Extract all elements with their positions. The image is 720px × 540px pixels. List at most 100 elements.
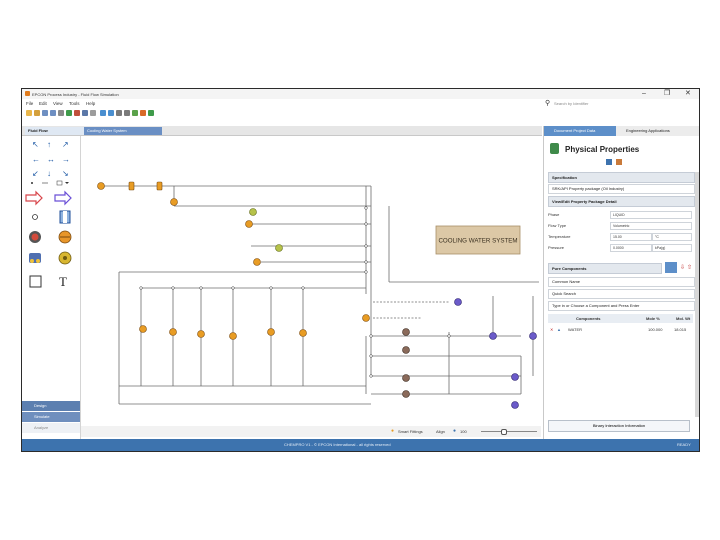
panel-scrollbar[interactable] <box>695 172 699 417</box>
refresh-icon[interactable] <box>148 110 154 116</box>
temperature-input[interactable]: 15.00 <box>610 233 652 241</box>
save-as-icon[interactable] <box>50 110 56 116</box>
zoom-icon[interactable] <box>100 110 106 116</box>
move-up-icon[interactable]: ⇧ <box>687 264 692 271</box>
vessel-t1[interactable] <box>454 298 462 306</box>
flow-arrow-red-icon[interactable] <box>25 190 43 206</box>
simulate-button[interactable]: Simulate <box>22 412 80 422</box>
property-package-select[interactable]: SRK/API Property package (Oil Industry) <box>548 184 695 194</box>
vessel-t4[interactable] <box>511 373 519 381</box>
rectangle-tool-icon[interactable] <box>29 275 42 288</box>
save-icon[interactable] <box>42 110 48 116</box>
exchanger-e2[interactable] <box>402 346 410 354</box>
pump-p13[interactable] <box>253 258 261 266</box>
pipe-nw-icon[interactable]: ↖ <box>32 141 39 149</box>
move-down-icon[interactable]: ⇩ <box>680 264 685 271</box>
pump-orange-icon[interactable] <box>58 230 72 244</box>
pump-p12[interactable] <box>245 220 253 228</box>
minimize-button[interactable]: – <box>642 90 646 98</box>
close-button[interactable]: ✕ <box>685 90 691 98</box>
pipe-w-icon[interactable]: ← <box>32 156 40 164</box>
copy-properties-icon[interactable] <box>616 159 622 165</box>
flow-arrow-blue-icon[interactable] <box>54 190 72 206</box>
run-icon[interactable] <box>132 110 138 116</box>
open-icon[interactable] <box>34 110 40 116</box>
vessel-t2[interactable] <box>489 332 497 340</box>
pump-p3[interactable] <box>156 181 163 191</box>
exchanger-e4[interactable] <box>402 390 410 398</box>
snap-toggle[interactable]: Smart Fittings <box>398 429 423 434</box>
menu-tools[interactable]: Tools <box>69 101 80 106</box>
add-component-icon[interactable] <box>665 262 677 273</box>
pump-p1[interactable] <box>97 182 105 190</box>
new-icon[interactable] <box>26 110 32 116</box>
pipe-n-icon[interactable]: ↑ <box>47 141 51 149</box>
paste-icon[interactable] <box>90 110 96 116</box>
pump-dark-icon[interactable] <box>29 231 41 243</box>
cooling-water-label-box[interactable]: COOLING WATER SYSTEM <box>435 225 521 255</box>
zoom-slider-thumb[interactable] <box>501 429 507 435</box>
print-icon[interactable] <box>58 110 64 116</box>
menu-file[interactable]: File <box>26 101 33 106</box>
copy-icon[interactable] <box>82 110 88 116</box>
temperature-unit-select[interactable]: °C <box>652 233 692 241</box>
view-edit-package-section[interactable]: View/Edit Property Package Detail <box>548 196 695 207</box>
pump-p7[interactable] <box>197 330 205 338</box>
search-input[interactable]: ⚲ Search by Identifier <box>542 98 697 109</box>
pump-p4[interactable] <box>170 198 178 206</box>
tab-cooling-water-system[interactable]: Cooling Water System <box>84 127 162 135</box>
pressure-input[interactable]: 0.0000 <box>610 244 652 252</box>
vessel-t3[interactable] <box>529 332 537 340</box>
design-button[interactable]: Design <box>22 401 80 411</box>
pump-p6[interactable] <box>169 328 177 336</box>
save-properties-icon[interactable] <box>606 159 612 165</box>
text-tool-icon[interactable]: T <box>59 274 67 290</box>
vessel-t5[interactable] <box>511 401 519 409</box>
compressor-icon[interactable] <box>29 253 41 263</box>
undo-icon[interactable] <box>116 110 122 116</box>
pipe-se-icon[interactable]: ↘ <box>62 170 69 178</box>
piping-network[interactable]: COOLING WATER SYSTEM <box>81 136 541 426</box>
flow-type-select[interactable]: Volumetric <box>610 222 692 230</box>
analyze-button[interactable]: Analyze <box>22 423 80 433</box>
pipe-e-icon[interactable]: → <box>62 156 70 164</box>
exchanger-e1[interactable] <box>402 328 410 336</box>
tab-document-project-data[interactable]: Document Project Data <box>544 126 624 136</box>
delete-row-icon[interactable]: ✕ <box>550 325 553 334</box>
tab-fluid-flow[interactable]: Fluid Flow <box>25 127 87 135</box>
valve-icon[interactable] <box>58 251 72 265</box>
maximize-button[interactable]: ❐ <box>664 90 670 98</box>
pure-components-section[interactable]: Pure Components <box>548 263 662 274</box>
pipe-sw-icon[interactable]: ↙ <box>32 170 39 178</box>
menu-edit[interactable]: Edit <box>39 101 47 106</box>
pump-p2[interactable] <box>128 181 135 191</box>
pipe-s-icon[interactable]: ↓ <box>47 170 51 178</box>
redo-icon[interactable] <box>124 110 130 116</box>
tank-icon[interactable] <box>59 210 71 224</box>
quick-search-select[interactable]: Quick Search <box>548 289 695 299</box>
phase-select[interactable]: LIQUID <box>610 211 692 219</box>
common-name-select[interactable]: Common Name <box>548 277 695 287</box>
pump-p9[interactable] <box>267 328 275 336</box>
valve-v1[interactable] <box>249 208 257 216</box>
component-entry-input[interactable]: Type in or Choose a Component and Press … <box>548 301 695 311</box>
exchanger-e3[interactable] <box>402 374 410 382</box>
pipe-ne-icon[interactable]: ↗ <box>62 141 69 149</box>
zoom-fit-icon[interactable] <box>108 110 114 116</box>
fitting-selector-icon[interactable] <box>31 180 69 186</box>
pipe-horizontal-icon[interactable]: ↔ <box>47 156 55 164</box>
pump-p11[interactable] <box>362 314 370 322</box>
specification-section[interactable]: Specification <box>548 172 695 183</box>
cut-icon[interactable] <box>74 110 80 116</box>
align-toggle[interactable]: Align <box>436 429 445 434</box>
tab-engineering-applications[interactable]: Engineering Applications <box>616 126 699 136</box>
menu-help[interactable]: Help <box>86 101 95 106</box>
binary-interaction-button[interactable]: Binary Interaction Information <box>548 420 690 432</box>
table-row[interactable]: ✕ ▲ WATER 100.000 18.015 <box>548 325 693 334</box>
pump-p8[interactable] <box>229 332 237 340</box>
pressure-unit-select[interactable]: kPa(g) <box>652 244 692 252</box>
zoom-slider[interactable] <box>481 431 537 432</box>
pump-p5[interactable] <box>139 325 147 333</box>
menu-view[interactable]: View <box>53 101 63 106</box>
pump-p10[interactable] <box>299 329 307 337</box>
